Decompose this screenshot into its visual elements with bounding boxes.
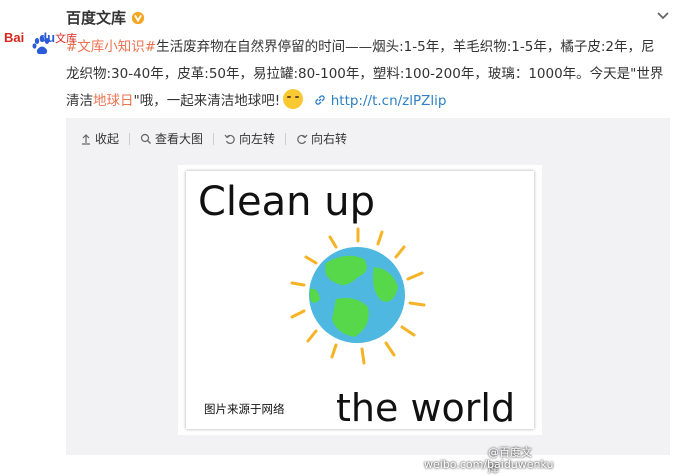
- weibo-post: Bai du文库 百度文库 #文库小知识#生活废弃物在自然界停留的时间——烟头:1…: [0, 0, 681, 475]
- emoji-icon: [283, 89, 304, 109]
- collapse-label: 收起: [95, 132, 120, 146]
- chevron-down-icon[interactable]: [655, 8, 671, 24]
- user-name[interactable]: 百度文库: [66, 7, 126, 28]
- collapse-icon: [82, 133, 90, 145]
- rotate-right-label: 向右转: [311, 132, 348, 146]
- search-icon: [140, 133, 151, 144]
- view-large-label: 查看大图: [155, 132, 204, 146]
- link-icon: [315, 95, 326, 105]
- media-panel: 收起 查看大图 向左转 向右转 Clean up the world 图片来源于…: [66, 118, 670, 475]
- verified-badge-icon: [131, 10, 146, 25]
- image-canvas: Clean up the world 图片来源于网络: [186, 171, 534, 429]
- logo-du: du: [39, 30, 56, 45]
- headline-bottom: the world: [336, 386, 515, 429]
- post-text: #文库小知识#生活废弃物在自然界停留的时间——烟头:1-5年，羊毛织物:1-5年…: [66, 34, 666, 115]
- rotate-left-icon: [224, 134, 235, 144]
- rotate-left-button[interactable]: 向左转: [224, 130, 275, 147]
- collapse-button[interactable]: 收起: [80, 130, 119, 147]
- view-large-button[interactable]: 查看大图: [140, 130, 203, 147]
- clean-up-the-world-illustration: Clean up the world: [198, 179, 515, 429]
- post-body-tail: "哦，一起来清洁地球吧!: [133, 93, 281, 109]
- image-caption: 图片来源于网络: [204, 402, 285, 416]
- toolbar-divider: [213, 133, 215, 145]
- media-toolbar: 收起 查看大图 向左转 向右转: [80, 130, 359, 147]
- toolbar-divider: [129, 133, 131, 145]
- logo-bai: Bai: [4, 30, 25, 45]
- rotate-right-icon: [297, 134, 308, 144]
- post-image[interactable]: Clean up the world 图片来源于网络 @百度文库 weibo.c…: [178, 165, 554, 475]
- hashtag-link[interactable]: #文库小知识#: [66, 39, 156, 55]
- rotate-right-button[interactable]: 向右转: [296, 130, 347, 147]
- rotate-left-label: 向左转: [239, 132, 276, 146]
- headline-top: Clean up: [198, 179, 375, 225]
- short-link[interactable]: http://t.cn/zlPZlip: [331, 93, 447, 109]
- toolbar-divider: [285, 133, 287, 145]
- topic-link[interactable]: 地球日: [93, 93, 134, 109]
- name-row: 百度文库: [66, 7, 146, 28]
